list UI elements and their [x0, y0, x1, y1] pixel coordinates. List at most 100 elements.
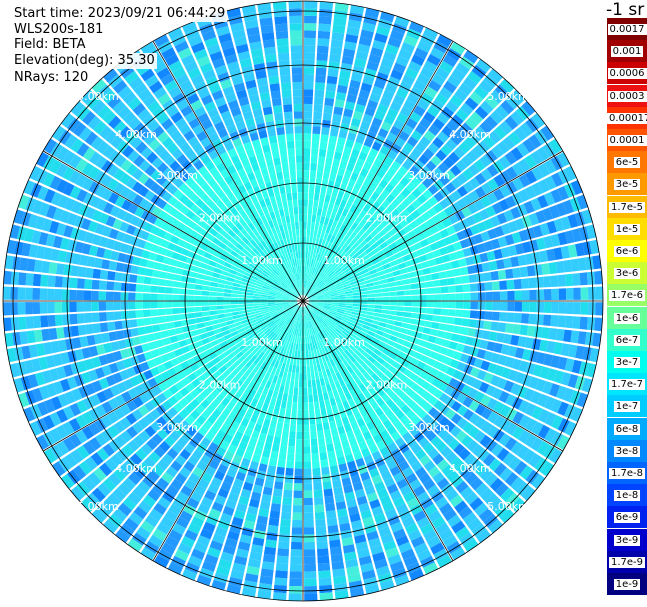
ray-gate-cell	[70, 265, 80, 277]
ray-gate-cell	[526, 325, 536, 337]
ray-gate-cell	[303, 133, 312, 141]
ray-gate-cell	[297, 177, 303, 185]
ray-gate-cell	[401, 273, 410, 280]
ray-gate-cell	[375, 301, 383, 305]
ray-gate-cell	[422, 267, 431, 275]
ray-gate-cell	[279, 208, 285, 217]
ray-gate-cell	[136, 275, 145, 284]
ray-gate-cell	[158, 278, 167, 286]
ray-gate-cell	[167, 265, 177, 274]
ray-gate-cell	[469, 283, 478, 292]
ray-gate-cell	[326, 443, 335, 452]
ray-gate-cell	[230, 297, 239, 301]
ray-gate-cell	[285, 126, 294, 135]
ray-gate-cell	[303, 446, 311, 454]
ray-gate-cell	[293, 111, 303, 119]
ray-gate-cell	[326, 150, 335, 159]
range-label: 2.00km	[366, 378, 408, 391]
ray-gate-cell	[321, 385, 327, 394]
ray-gate-cell	[317, 30, 331, 40]
ray-gate-cell	[441, 294, 449, 301]
ray-gate-cell	[143, 317, 152, 326]
ray-gate-cell	[292, 81, 303, 90]
ray-gate-cell	[424, 320, 433, 328]
ray-gate-cell	[284, 118, 294, 127]
colorbar-tick-label: 1e-7	[613, 401, 641, 413]
ray-gate-cell	[32, 302, 41, 315]
ray-gate-cell	[189, 324, 198, 331]
ray-gate-cell	[328, 458, 338, 467]
ray-gate-cell	[488, 260, 498, 271]
ray-gate-cell	[262, 553, 276, 563]
range-label: 5.00km	[77, 500, 119, 513]
ray-gate-cell	[216, 305, 224, 310]
ray-gate-cell	[279, 444, 288, 454]
ray-gate-cell	[303, 439, 310, 447]
ray-gate-cell	[284, 415, 291, 424]
ray-gate-cell	[303, 199, 308, 207]
ray-gate-cell	[311, 379, 317, 388]
colorbar-title: -1 sr	[606, 0, 645, 20]
ray-gate-cell	[62, 314, 71, 326]
colorbar-tick-label: 1.7e-8	[608, 468, 646, 479]
ray-gate-cell	[303, 527, 315, 535]
ray-gate-cell	[416, 275, 425, 283]
ray-gate-cell	[315, 178, 322, 187]
ray-gate-cell	[280, 193, 287, 202]
ray-gate-cell	[98, 280, 107, 290]
ray-gate-cell	[329, 128, 339, 137]
ray-gate-cell	[172, 308, 180, 315]
ray-gate-cell	[292, 394, 298, 403]
ray-gate-cell	[61, 289, 70, 301]
ray-gate-cell	[289, 23, 302, 31]
ray-gate-cell	[210, 281, 218, 288]
ray-gate-cell	[312, 460, 320, 469]
ray-gate-cell	[194, 306, 202, 312]
ray-gate-cell	[238, 297, 246, 301]
ray-gate-cell	[150, 277, 160, 286]
ray-gate-cell	[382, 305, 390, 310]
range-label: 4.00km	[115, 128, 157, 141]
ray-gate-cell	[318, 23, 331, 32]
ray-gate-cell	[324, 429, 332, 438]
ray-gate-cell	[281, 82, 292, 91]
ray-gate-cell	[203, 321, 212, 327]
ray-gate-cell	[573, 287, 581, 300]
ray-gate-cell	[312, 475, 322, 484]
ray-gate-cell	[441, 301, 449, 308]
ray-gate-cell	[293, 497, 303, 506]
ray-gate-cell	[315, 378, 321, 387]
ray-gate-cell	[281, 504, 292, 513]
ray-gate-cell	[595, 286, 603, 300]
ray-gate-cell	[273, 8, 287, 18]
ray-gate-cell	[201, 296, 209, 301]
ray-gate-cell	[114, 320, 123, 330]
ray-gate-cell	[299, 365, 303, 374]
ray-gate-cell	[275, 194, 282, 203]
ray-gate-cell	[303, 461, 312, 469]
ray-gate-cell	[282, 393, 288, 402]
ray-gate-cell	[195, 317, 204, 324]
range-label: 4.00km	[449, 128, 491, 141]
ray-gate-cell	[519, 266, 529, 278]
ray-gate-cell	[408, 324, 417, 331]
ray-gate-cell	[320, 407, 327, 416]
ray-gate-cell	[264, 46, 276, 56]
ray-gate-cell	[304, 15, 317, 24]
ray-gate-cell	[92, 268, 101, 279]
ray-gate-cell	[304, 593, 318, 601]
ray-gate-cell	[290, 549, 302, 557]
ray-gate-cell	[270, 90, 281, 99]
ppi-scan-plot: 1.00km 1.00km1.00km 1.00km2.00km 2.00km2.00…	[2, 0, 604, 602]
ray-gate-cell	[316, 208, 323, 216]
ray-gate-cell	[389, 296, 398, 301]
ray-gate-cell	[146, 260, 156, 269]
ray-gate-cell	[276, 555, 289, 564]
ray-gate-cell	[303, 483, 313, 491]
ray-gate-cell	[245, 301, 253, 304]
ray-gate-cell	[283, 111, 293, 120]
ray-gate-cell	[175, 327, 184, 335]
ray-gate-cell	[179, 307, 188, 314]
ray-gate-cell	[25, 287, 33, 300]
ray-gate-cell	[477, 301, 486, 310]
